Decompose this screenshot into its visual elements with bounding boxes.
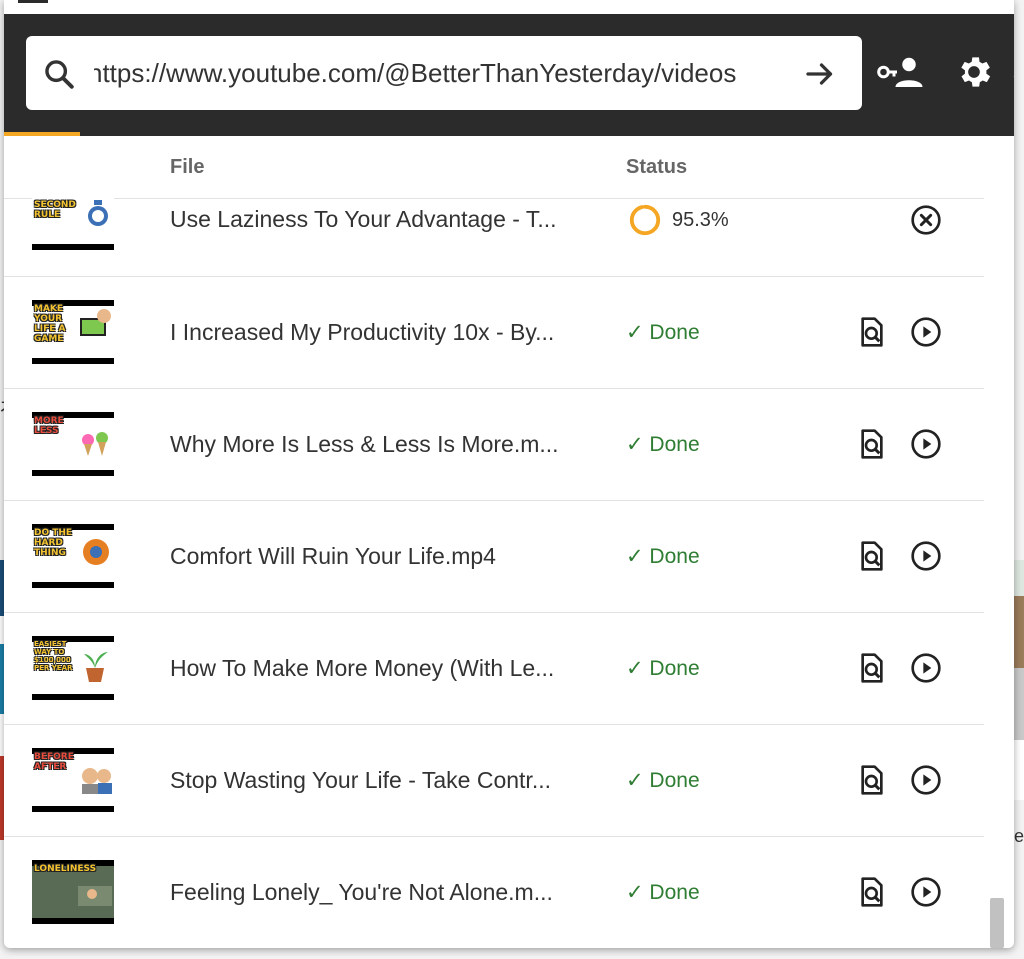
cancel-circle-icon[interactable]	[910, 204, 942, 236]
downloader-popup: ▲ File Status THE 20 SECOND RULE Use Laz…	[4, 0, 1014, 948]
progress-ring	[629, 204, 661, 236]
overflow-icon: ▲	[1008, 52, 1014, 84]
file-name: Stop Wasting Your Life - Take Contr...	[170, 767, 551, 793]
status-done: ✓ Done	[626, 545, 700, 568]
file-name: How To Make More Money (With Le...	[170, 655, 555, 681]
list-item: MORE LESS Why More Is Less & Less Is Mor…	[4, 388, 984, 501]
video-thumbnail: DO THE HARD THING	[32, 524, 114, 588]
url-input[interactable]	[94, 54, 794, 92]
file-search-icon[interactable]	[856, 764, 888, 796]
file-search-icon[interactable]	[856, 876, 888, 908]
video-thumbnail: BEFORE AFTER	[32, 748, 114, 812]
background-thumbnail-right	[1014, 560, 1024, 800]
progress-percent: 95.3%	[672, 209, 729, 231]
file-name: Why More Is Less & Less Is More.m...	[170, 431, 559, 457]
top-edge	[4, 0, 1014, 14]
play-circle-icon[interactable]	[910, 652, 942, 684]
toolbar: ▲	[4, 0, 1014, 136]
arrow-right-icon[interactable]	[802, 56, 838, 92]
search-icon	[45, 60, 74, 89]
url-search-box[interactable]	[26, 36, 862, 110]
video-thumbnail: MAKE YOUR LIFE A GAME	[32, 300, 114, 364]
background-text-fragment: e	[1013, 826, 1024, 846]
column-status: Status	[626, 156, 688, 178]
column-file: File	[170, 156, 205, 178]
file-name: Comfort Will Ruin Your Life.mp4	[170, 543, 496, 569]
video-thumbnail: LONELINESS	[32, 860, 114, 924]
list-item: LONELINESS Feeling Lonely_ You're Not Al…	[4, 836, 984, 948]
table-header: File Status	[4, 136, 984, 199]
account-key-icon[interactable]	[876, 54, 924, 90]
play-circle-icon[interactable]	[910, 540, 942, 572]
status-done: ✓ Done	[626, 433, 700, 456]
list-item: THE 20 SECOND RULE Use Laziness To Your …	[4, 198, 984, 277]
file-search-icon[interactable]	[856, 652, 888, 684]
video-thumbnail: MORE LESS	[32, 412, 114, 476]
file-search-icon[interactable]	[856, 316, 888, 348]
list-item: MAKE YOUR LIFE A GAME I Increased My Pro…	[4, 276, 984, 389]
list-item: EASIEST WAY TO $100,000 PER YEAR How To …	[4, 612, 984, 725]
play-circle-icon[interactable]	[910, 764, 942, 796]
downloads-list: THE 20 SECOND RULE Use Laziness To Your …	[4, 198, 984, 948]
gear-icon[interactable]	[954, 52, 994, 92]
status-done: ✓ Done	[626, 881, 700, 904]
status-done: ✓ Done	[626, 769, 700, 792]
play-circle-icon[interactable]	[910, 876, 942, 908]
status-done: ✓ Done	[626, 321, 700, 344]
list-item: DO THE HARD THING Comfort Will Ruin Your…	[4, 500, 984, 613]
video-thumbnail: EASIEST WAY TO $100,000 PER YEAR	[32, 636, 114, 700]
list-item: BEFORE AFTER Stop Wasting Your Life - Ta…	[4, 724, 984, 837]
file-name: I Increased My Productivity 10x - By...	[170, 319, 555, 345]
scrollbar-thumb[interactable]	[990, 898, 1004, 948]
video-thumbnail: THE 20 SECOND RULE	[32, 198, 114, 250]
file-name: Feeling Lonely_ You're Not Alone.m...	[170, 879, 553, 905]
play-circle-icon[interactable]	[910, 428, 942, 460]
play-circle-icon[interactable]	[910, 316, 942, 348]
file-name: Use Laziness To Your Advantage - T...	[170, 206, 557, 232]
file-search-icon[interactable]	[856, 428, 888, 460]
status-done: ✓ Done	[626, 657, 700, 680]
file-search-icon[interactable]	[856, 540, 888, 572]
